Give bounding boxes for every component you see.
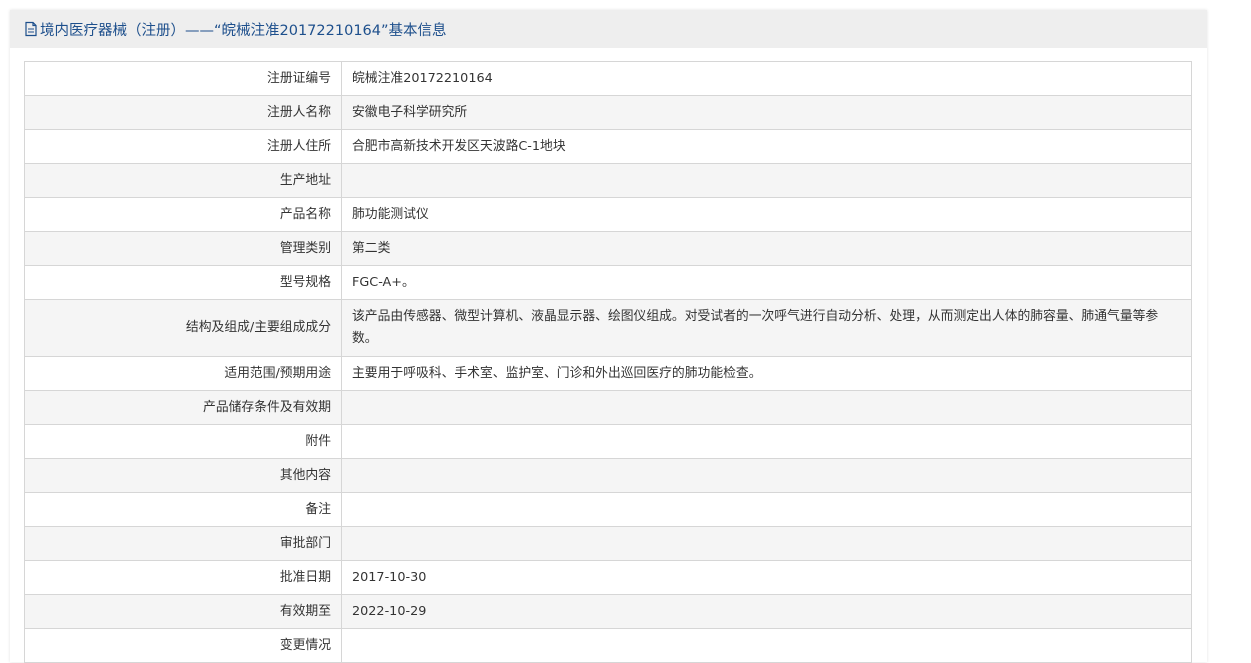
row-label: 生产地址 [24, 163, 342, 198]
row-label: 批准日期 [24, 560, 342, 595]
table-row: 生产地址 [24, 163, 1192, 198]
row-value: 合肥市高新技术开发区天波路C-1地块 [341, 129, 1192, 164]
table-row: 有效期至 2022-10-29 [24, 594, 1192, 629]
row-label: 注册证编号 [24, 61, 342, 96]
table-row: 型号规格 FGC-A+。 [24, 265, 1192, 300]
row-label: 管理类别 [24, 231, 342, 266]
table-row: 备注 [24, 492, 1192, 527]
table-row: 其他内容 [24, 458, 1192, 493]
table-row: 产品名称 肺功能测试仪 [24, 197, 1192, 232]
table-row: 注册证编号 皖械注准20172210164 [24, 61, 1192, 96]
row-value [341, 458, 1192, 493]
panel-header: 境内医疗器械（注册）——“皖械注准20172210164”基本信息 [10, 10, 1207, 48]
info-table: 注册证编号 皖械注准20172210164 注册人名称 安徽电子科学研究所 注册… [24, 61, 1192, 663]
row-value: 2017-10-30 [341, 560, 1192, 595]
table-row: 结构及组成/主要组成成分 该产品由传感器、微型计算机、液晶显示器、绘图仪组成。对… [24, 299, 1192, 357]
document-icon [24, 21, 38, 37]
row-label: 变更情况 [24, 628, 342, 663]
row-value: 该产品由传感器、微型计算机、液晶显示器、绘图仪组成。对受试者的一次呼气进行自动分… [341, 299, 1192, 357]
row-value: 2022-10-29 [341, 594, 1192, 629]
row-value: 肺功能测试仪 [341, 197, 1192, 232]
row-value [341, 492, 1192, 527]
row-value: 安徽电子科学研究所 [341, 95, 1192, 130]
row-value: 皖械注准20172210164 [341, 61, 1192, 96]
table-row: 注册人名称 安徽电子科学研究所 [24, 95, 1192, 130]
row-label: 注册人名称 [24, 95, 342, 130]
row-label: 注册人住所 [24, 129, 342, 164]
row-label: 备注 [24, 492, 342, 527]
table-row: 适用范围/预期用途 主要用于呼吸科、手术室、监护室、门诊和外出巡回医疗的肺功能检… [24, 356, 1192, 391]
table-row: 审批部门 [24, 526, 1192, 561]
row-label: 产品名称 [24, 197, 342, 232]
row-value [341, 526, 1192, 561]
row-label: 结构及组成/主要组成成分 [24, 299, 342, 357]
detail-panel: 境内医疗器械（注册）——“皖械注准20172210164”基本信息 注册证编号 … [10, 10, 1207, 663]
row-value [341, 390, 1192, 425]
row-label: 有效期至 [24, 594, 342, 629]
table-row: 变更情况 [24, 628, 1192, 663]
row-label: 附件 [24, 424, 342, 459]
row-value: 第二类 [341, 231, 1192, 266]
table-row: 管理类别 第二类 [24, 231, 1192, 266]
row-label: 型号规格 [24, 265, 342, 300]
page-title: 境内医疗器械（注册）——“皖械注准20172210164”基本信息 [40, 22, 447, 39]
table-row: 产品储存条件及有效期 [24, 390, 1192, 425]
row-label: 审批部门 [24, 526, 342, 561]
row-label: 适用范围/预期用途 [24, 356, 342, 391]
row-value [341, 628, 1192, 663]
table-row: 附件 [24, 424, 1192, 459]
table-row: 批准日期 2017-10-30 [24, 560, 1192, 595]
row-value [341, 163, 1192, 198]
row-value: 主要用于呼吸科、手术室、监护室、门诊和外出巡回医疗的肺功能检查。 [341, 356, 1192, 391]
row-label: 其他内容 [24, 458, 342, 493]
row-value [341, 424, 1192, 459]
row-value: FGC-A+。 [341, 265, 1192, 300]
row-label: 产品储存条件及有效期 [24, 390, 342, 425]
table-row: 注册人住所 合肥市高新技术开发区天波路C-1地块 [24, 129, 1192, 164]
